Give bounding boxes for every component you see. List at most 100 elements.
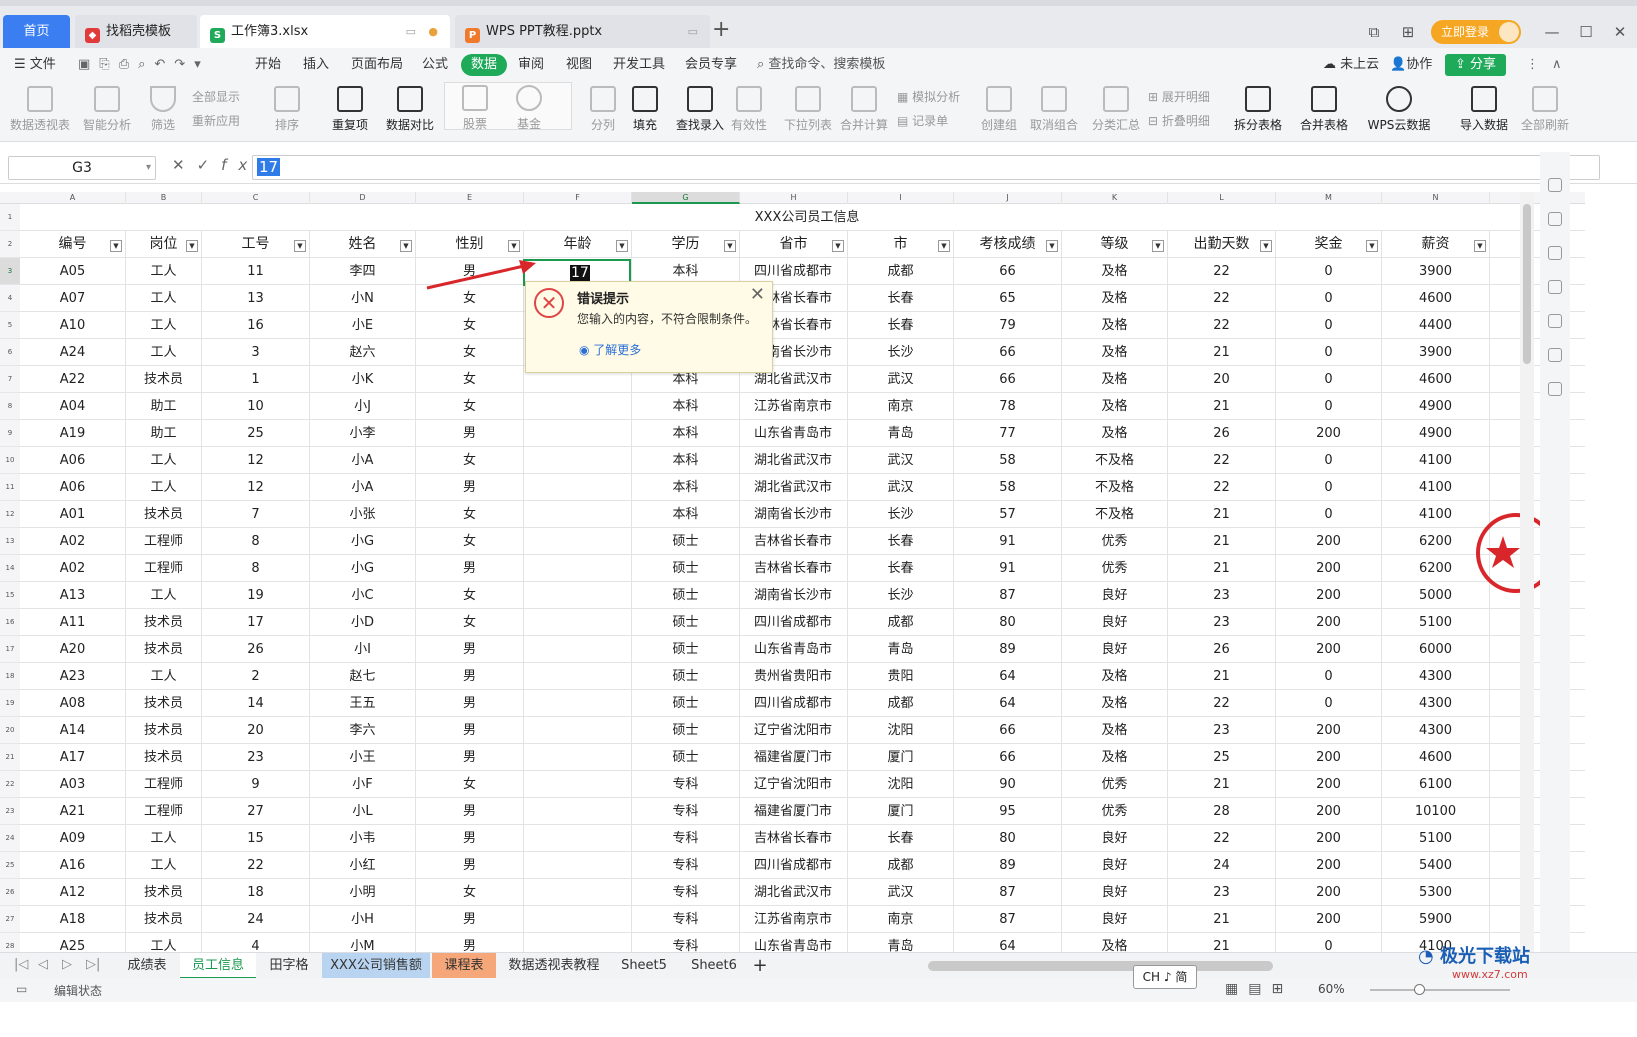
cell[interactable]: 优秀 xyxy=(1062,771,1168,798)
cell[interactable]: A17 xyxy=(20,744,126,771)
wps-cloud-data-button[interactable]: WPS云数据 xyxy=(1364,86,1434,133)
cell[interactable]: 本科 xyxy=(632,447,740,474)
column-title[interactable]: 奖金 ▼ xyxy=(1276,231,1382,258)
cell[interactable]: 22 xyxy=(1168,825,1276,852)
cell[interactable]: 87 xyxy=(954,879,1062,906)
cell[interactable] xyxy=(524,528,632,555)
cell[interactable]: 女 xyxy=(416,393,524,420)
filter-dropdown-icon[interactable]: ▼ xyxy=(832,240,844,252)
cell[interactable]: 优秀 xyxy=(1062,555,1168,582)
cell[interactable]: 0 xyxy=(1276,474,1382,501)
collaborate-button[interactable]: 👤协作 xyxy=(1390,54,1432,76)
filter-dropdown-icon[interactable]: ▼ xyxy=(508,240,520,252)
row-header-18[interactable]: 18 xyxy=(0,663,20,690)
cell[interactable]: 工人 xyxy=(126,663,202,690)
row-header-9[interactable]: 9 xyxy=(0,420,20,447)
cell[interactable]: 赵六 xyxy=(310,339,416,366)
view-mode-buttons[interactable]: ▦▤⊞ xyxy=(1225,981,1293,997)
cell[interactable]: 22 xyxy=(202,852,310,879)
cell[interactable]: 22 xyxy=(1168,690,1276,717)
cell[interactable]: 21 xyxy=(1168,528,1276,555)
cell[interactable]: A07 xyxy=(20,285,126,312)
cell[interactable]: 长春 xyxy=(848,555,954,582)
cell[interactable] xyxy=(524,474,632,501)
cell[interactable]: 长春 xyxy=(848,528,954,555)
cell[interactable] xyxy=(524,744,632,771)
filter-dropdown-icon[interactable]: ▼ xyxy=(616,240,628,252)
cell[interactable]: A16 xyxy=(20,852,126,879)
cell[interactable]: 青岛 xyxy=(848,636,954,663)
cell[interactable]: A01 xyxy=(20,501,126,528)
cell[interactable]: 女 xyxy=(416,582,524,609)
cell[interactable]: 技术员 xyxy=(126,744,202,771)
cell[interactable]: 湖北省武汉市 xyxy=(740,879,848,906)
spreadsheet-grid[interactable]: ABCDEFGHIJKLMNO 123456789101112131415161… xyxy=(0,192,1585,990)
cell[interactable]: 男 xyxy=(416,663,524,690)
cell[interactable]: 技术员 xyxy=(126,717,202,744)
cell[interactable]: 26 xyxy=(1168,420,1276,447)
row-header-10[interactable]: 10 xyxy=(0,447,20,474)
cell[interactable]: 27 xyxy=(202,798,310,825)
column-title[interactable]: 工号 ▼ xyxy=(202,231,310,258)
cell[interactable]: 5300 xyxy=(1382,879,1490,906)
cell[interactable]: 女 xyxy=(416,879,524,906)
cell[interactable]: 及格 xyxy=(1062,420,1168,447)
cell[interactable]: 5400 xyxy=(1382,852,1490,879)
cell[interactable]: 及格 xyxy=(1062,663,1168,690)
cell[interactable]: 女 xyxy=(416,771,524,798)
column-header-d[interactable]: D xyxy=(310,192,416,204)
cell[interactable]: 200 xyxy=(1276,609,1382,636)
cell[interactable]: 57 xyxy=(954,501,1062,528)
cell[interactable]: 工程师 xyxy=(126,798,202,825)
cell[interactable]: 吉林省长春市 xyxy=(740,555,848,582)
cell[interactable]: 及格 xyxy=(1062,258,1168,285)
menu-developer[interactable]: 开发工具 xyxy=(613,54,665,76)
cell[interactable]: 吉林省长春市 xyxy=(740,825,848,852)
cell[interactable]: 小N xyxy=(310,285,416,312)
row-header-6[interactable]: 6 xyxy=(0,339,20,366)
row-header-22[interactable]: 22 xyxy=(0,771,20,798)
column-title[interactable]: 市 ▼ xyxy=(848,231,954,258)
consolidate-button[interactable]: 合并计算 xyxy=(836,86,892,133)
cell[interactable]: A09 xyxy=(20,825,126,852)
cell[interactable]: 工程师 xyxy=(126,528,202,555)
fund-button[interactable]: 基金 xyxy=(503,85,555,132)
cell[interactable]: 及格 xyxy=(1062,312,1168,339)
cell[interactable]: 青岛 xyxy=(848,420,954,447)
sheet-tab-sheet6[interactable]: Sheet6 xyxy=(684,953,744,979)
cell[interactable]: 优秀 xyxy=(1062,528,1168,555)
cell[interactable]: 赵七 xyxy=(310,663,416,690)
row-header-3[interactable]: 3 xyxy=(0,258,20,285)
cell[interactable]: 武汉 xyxy=(848,366,954,393)
cell[interactable]: 男 xyxy=(416,744,524,771)
cell[interactable]: 工人 xyxy=(126,825,202,852)
grid-apps-icon[interactable]: ⊞ xyxy=(1397,22,1419,42)
cell[interactable]: 武汉 xyxy=(848,879,954,906)
cell[interactable]: 22 xyxy=(1168,447,1276,474)
cell[interactable]: 硕士 xyxy=(632,636,740,663)
cell[interactable]: 22 xyxy=(1168,474,1276,501)
column-title[interactable]: 出勤天数 ▼ xyxy=(1168,231,1276,258)
cell[interactable]: 长春 xyxy=(848,312,954,339)
cell[interactable]: 7 xyxy=(202,501,310,528)
tab-home[interactable]: 首页 xyxy=(3,15,70,48)
cell[interactable]: 79 xyxy=(954,312,1062,339)
cell[interactable]: 工人 xyxy=(126,258,202,285)
cell[interactable]: 66 xyxy=(954,258,1062,285)
cell[interactable]: 厦门 xyxy=(848,798,954,825)
lookup-entry-button[interactable]: 查找录入 xyxy=(670,86,730,133)
zoom-slider-handle[interactable] xyxy=(1414,984,1425,995)
filter-dropdown-icon[interactable]: ▼ xyxy=(1046,240,1058,252)
cell[interactable]: A08 xyxy=(20,690,126,717)
filter-button[interactable]: 筛选 xyxy=(138,86,188,133)
cell[interactable]: 小C xyxy=(310,582,416,609)
row-header-20[interactable]: 20 xyxy=(0,717,20,744)
cell[interactable]: 女 xyxy=(416,366,524,393)
cell[interactable]: 11 xyxy=(202,258,310,285)
cell[interactable]: 工人 xyxy=(126,474,202,501)
cell[interactable]: A02 xyxy=(20,555,126,582)
cell[interactable]: 李四 xyxy=(310,258,416,285)
cell[interactable]: A12 xyxy=(20,879,126,906)
image-icon[interactable] xyxy=(1548,314,1562,328)
cell[interactable]: 小D xyxy=(310,609,416,636)
